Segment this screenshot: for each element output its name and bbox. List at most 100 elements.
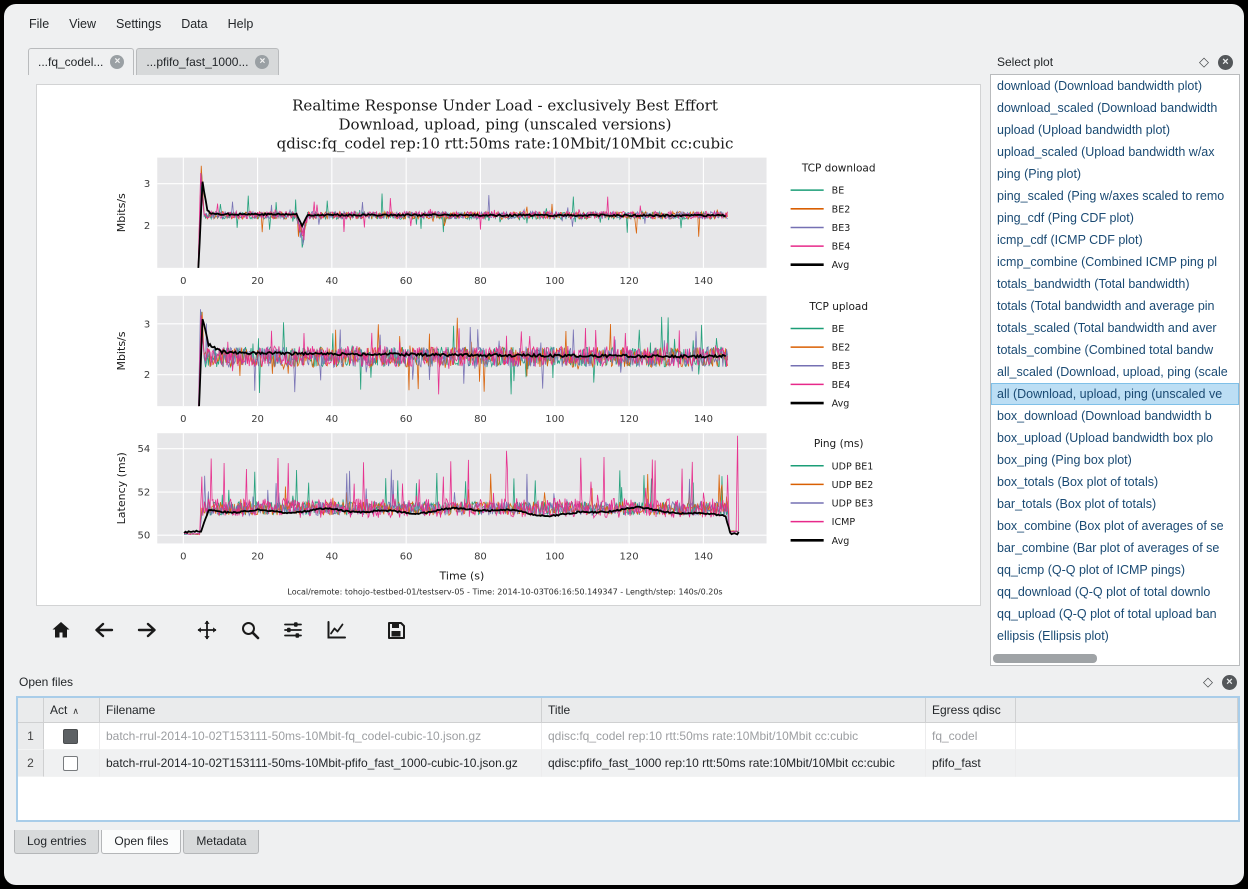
title-cell: qdisc:fq_codel rep:10 rtt:50ms rate:10Mb…: [542, 723, 926, 750]
menu-help[interactable]: Help: [219, 14, 263, 34]
column-header-filler: [1016, 698, 1238, 723]
menu-data[interactable]: Data: [172, 14, 216, 34]
forward-button[interactable]: [136, 619, 158, 641]
forward-icon: [136, 619, 158, 641]
column-header-egress[interactable]: Egress qdisc: [926, 698, 1016, 723]
legend-title: TCP download: [801, 163, 876, 175]
tab-close-icon[interactable]: ×: [255, 55, 269, 69]
legend-entry: BE3: [832, 361, 851, 372]
svg-text:80: 80: [474, 414, 487, 425]
legend-entry: BE4: [832, 380, 851, 391]
plot-list-item[interactable]: all (Download, upload, ping (unscaled ve: [991, 383, 1239, 405]
plot-list-item[interactable]: qq_upload (Q-Q plot of total upload ban: [991, 603, 1239, 625]
svg-text:52: 52: [137, 488, 150, 499]
column-header-act[interactable]: Act∧: [44, 698, 100, 723]
plot-list-item[interactable]: box_ping (Ping box plot): [991, 449, 1239, 471]
dock-close-button[interactable]: ×: [1218, 55, 1233, 70]
activate-checkbox[interactable]: [63, 756, 78, 771]
plot-list-item[interactable]: totals (Total bandwidth and average pin: [991, 295, 1239, 317]
tab-label: ...pfifo_fast_1000...: [146, 55, 248, 69]
plot-canvas[interactable]: Realtime Response Under Load - exclusive…: [36, 84, 981, 606]
plot-list-item[interactable]: totals_scaled (Total bandwidth and aver: [991, 317, 1239, 339]
filename-cell: batch-rrul-2014-10-02T153111-50ms-10Mbit…: [100, 723, 542, 750]
bottom-tab-open-files[interactable]: Open files: [101, 830, 181, 854]
svg-text:20: 20: [251, 414, 264, 425]
pan-button[interactable]: [196, 619, 218, 641]
svg-text:40: 40: [325, 276, 338, 287]
svg-text:120: 120: [619, 276, 638, 287]
plot-list-item[interactable]: upload (Upload bandwidth plot): [991, 119, 1239, 141]
home-icon: [50, 619, 72, 641]
plot-list-item[interactable]: ping_scaled (Ping w/axes scaled to remo: [991, 185, 1239, 207]
open-files-dock: Open files ◇ × Act∧FilenameTitleEgress q…: [12, 670, 1244, 826]
plot-list-item[interactable]: download (Download bandwidth plot): [991, 75, 1239, 97]
figure-title-line: Download, upload, ping (unscaled version…: [339, 116, 672, 134]
plot-list-item[interactable]: totals_bandwidth (Total bandwidth): [991, 273, 1239, 295]
dock-close-button[interactable]: ×: [1222, 675, 1237, 690]
tab-close-icon[interactable]: ×: [110, 55, 124, 69]
svg-text:0: 0: [180, 276, 186, 287]
bottom-tab-metadata[interactable]: Metadata: [183, 830, 259, 854]
figure-footer: Local/remote: tohojo-testbed-01/testserv…: [287, 588, 722, 597]
menu-bar: FileViewSettingsDataHelp: [20, 12, 262, 36]
plot-list-item[interactable]: ellipsis (Ellipsis plot): [991, 625, 1239, 647]
home-button[interactable]: [50, 619, 72, 641]
svg-text:60: 60: [400, 414, 413, 425]
plot-tab-0[interactable]: ...fq_codel... ×: [28, 48, 134, 75]
legend-entry: UDP BE1: [832, 461, 874, 472]
plot-list-item[interactable]: upload_scaled (Upload bandwidth w/ax: [991, 141, 1239, 163]
plot-list-item[interactable]: icmp_cdf (ICMP CDF plot): [991, 229, 1239, 251]
menu-settings[interactable]: Settings: [107, 14, 170, 34]
menu-file[interactable]: File: [20, 14, 58, 34]
plot-list-item[interactable]: qq_download (Q-Q plot of total downlo: [991, 581, 1239, 603]
plot-list-item[interactable]: totals_combine (Combined total bandw: [991, 339, 1239, 361]
svg-text:120: 120: [619, 551, 638, 562]
plot-list-item[interactable]: qq_icmp (Q-Q plot of ICMP pings): [991, 559, 1239, 581]
plot-list-item[interactable]: ping (Ping plot): [991, 163, 1239, 185]
bottom-tab-log-entries[interactable]: Log entries: [14, 830, 99, 854]
plot-list-item[interactable]: icmp_combine (Combined ICMP ping pl: [991, 251, 1239, 273]
menu-view[interactable]: View: [60, 14, 105, 34]
svg-text:140: 140: [694, 551, 713, 562]
open-files-dock-titlebar: Open files ◇ ×: [12, 670, 1244, 694]
plot-list-item[interactable]: download_scaled (Download bandwidth: [991, 97, 1239, 119]
plot-list-item[interactable]: bar_combine (Bar plot of averages of se: [991, 537, 1239, 559]
svg-text:54: 54: [137, 444, 150, 455]
horizontal-scrollbar[interactable]: [993, 654, 1097, 663]
figure-title-line: qdisc:fq_codel rep:10 rtt:50ms rate:10Mb…: [277, 135, 734, 153]
zoom-button[interactable]: [239, 619, 261, 641]
dock-title: Select plot: [997, 55, 1053, 69]
plot-list-item[interactable]: bar_totals (Box plot of totals): [991, 493, 1239, 515]
table-row[interactable]: 1batch-rrul-2014-10-02T153111-50ms-10Mbi…: [18, 723, 1238, 750]
plot-tab-1[interactable]: ...pfifo_fast_1000... ×: [136, 48, 279, 75]
column-header-filename[interactable]: Filename: [100, 698, 542, 723]
dock-float-button[interactable]: ◇: [1199, 54, 1209, 70]
filler-cell: [1016, 723, 1238, 750]
plot-list-item[interactable]: box_upload (Upload bandwidth box plo: [991, 427, 1239, 449]
customize-icon: [325, 619, 347, 641]
legend-entry: BE3: [832, 223, 851, 234]
save-button[interactable]: [385, 619, 407, 641]
plot-list-item[interactable]: box_download (Download bandwidth b: [991, 405, 1239, 427]
figure-title-line: Realtime Response Under Load - exclusive…: [292, 97, 718, 115]
svg-text:100: 100: [545, 276, 564, 287]
plot-list-item[interactable]: all_scaled (Download, upload, ping (scal…: [991, 361, 1239, 383]
activate-checkbox[interactable]: [63, 729, 78, 744]
plot-list-item[interactable]: box_combine (Box plot of averages of se: [991, 515, 1239, 537]
customize-button[interactable]: [325, 619, 347, 641]
select-plot-dock: Select plot ◇ × download (Download bandw…: [990, 50, 1240, 666]
plot-list-item[interactable]: box_totals (Box plot of totals): [991, 471, 1239, 493]
table-row[interactable]: 2batch-rrul-2014-10-02T153111-50ms-10Mbi…: [18, 750, 1238, 777]
column-header-title[interactable]: Title: [542, 698, 926, 723]
legend-entry: Avg: [832, 536, 850, 547]
plot-toolbar: [44, 610, 428, 650]
subplots-button[interactable]: [282, 619, 304, 641]
title-cell: qdisc:pfifo_fast_1000 rep:10 rtt:50ms ra…: [542, 750, 926, 777]
tab-label: ...fq_codel...: [38, 55, 103, 69]
dock-float-button[interactable]: ◇: [1203, 674, 1213, 690]
back-button[interactable]: [93, 619, 115, 641]
row-number-header: [18, 698, 44, 723]
svg-text:120: 120: [619, 414, 638, 425]
svg-text:80: 80: [474, 276, 487, 287]
plot-list-item[interactable]: ping_cdf (Ping CDF plot): [991, 207, 1239, 229]
